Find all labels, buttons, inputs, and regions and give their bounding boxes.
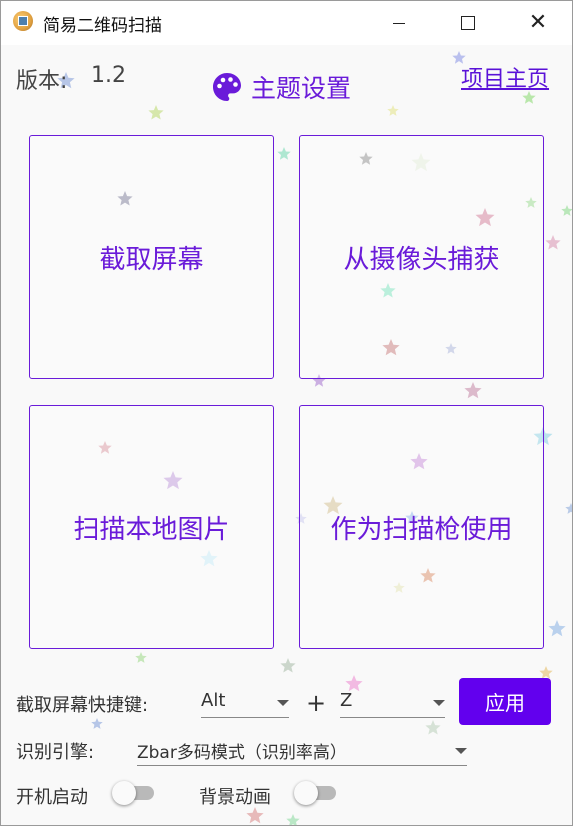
app-window: 简易二维码扫描 ✕ 版本: 1.2 主题设置 项目主页 截取屏幕 从摄像头捕获 … <box>0 0 573 826</box>
project-home-link[interactable]: 项目主页 <box>461 61 549 93</box>
capture-screen-button[interactable]: 截取屏幕 <box>29 135 274 379</box>
chevron-down-icon <box>277 700 289 706</box>
use-as-scanner-label: 作为扫描枪使用 <box>330 514 513 545</box>
qr-app-icon <box>13 11 33 31</box>
star-decoration <box>280 658 296 673</box>
star-decoration <box>464 382 482 399</box>
close-button[interactable]: ✕ <box>515 1 561 45</box>
star-decoration <box>246 807 264 824</box>
theme-settings-button[interactable]: 主题设置 <box>211 69 351 105</box>
star-decoration <box>545 235 561 250</box>
engine-select[interactable]: Zbar多码模式（识别率高） <box>137 738 467 766</box>
chevron-down-icon <box>433 700 445 706</box>
close-icon: ✕ <box>528 10 548 35</box>
maximize-button[interactable] <box>445 1 491 45</box>
hotkey-value: Z <box>340 690 353 711</box>
background-animation-label: 背景动画 <box>199 787 271 808</box>
engine-value: Zbar多码模式（识别率高） <box>137 743 347 763</box>
star-decoration <box>539 666 553 679</box>
title-bar[interactable]: 简易二维码扫描 ✕ <box>1 1 572 45</box>
use-as-scanner-button[interactable]: 作为扫描枪使用 <box>299 405 544 649</box>
minimize-button[interactable] <box>376 1 422 45</box>
window-title: 简易二维码扫描 <box>43 16 162 36</box>
boot-start-toggle[interactable] <box>112 779 160 807</box>
capture-camera-button[interactable]: 从摄像头捕获 <box>299 135 544 379</box>
star-decoration <box>148 105 164 120</box>
star-decoration <box>548 620 566 637</box>
maximize-icon <box>461 16 475 30</box>
star-decoration <box>425 720 441 735</box>
plus-sign: + <box>306 689 327 717</box>
star-decoration <box>286 814 300 825</box>
hotkey-select[interactable]: Z <box>340 690 445 718</box>
shortcut-label: 截取屏幕快捷键: <box>16 695 149 716</box>
theme-settings-label: 主题设置 <box>251 74 352 103</box>
capture-screen-label: 截取屏幕 <box>99 244 204 275</box>
background-animation-toggle[interactable] <box>294 779 342 807</box>
scan-local-image-button[interactable]: 扫描本地图片 <box>29 405 274 649</box>
version-label: 版本: <box>16 69 68 94</box>
boot-start-label: 开机启动 <box>16 787 88 808</box>
star-decoration <box>387 105 399 116</box>
modifier-key-select[interactable]: Alt <box>201 690 289 718</box>
minimize-icon <box>393 22 405 24</box>
star-decoration <box>565 503 572 514</box>
apply-button[interactable]: 应用 <box>459 678 551 725</box>
scan-local-image-label: 扫描本地图片 <box>73 514 230 545</box>
star-decoration <box>345 675 363 692</box>
modifier-key-value: Alt <box>201 690 226 711</box>
star-decoration <box>91 718 103 729</box>
star-decoration <box>561 205 572 216</box>
capture-camera-label: 从摄像头捕获 <box>343 244 500 275</box>
palette-icon <box>213 73 241 101</box>
chevron-down-icon <box>455 748 467 754</box>
version-value: 1.2 <box>91 63 126 88</box>
star-decoration <box>277 147 291 160</box>
engine-label: 识别引擎: <box>16 742 95 763</box>
star-decoration <box>135 652 147 663</box>
